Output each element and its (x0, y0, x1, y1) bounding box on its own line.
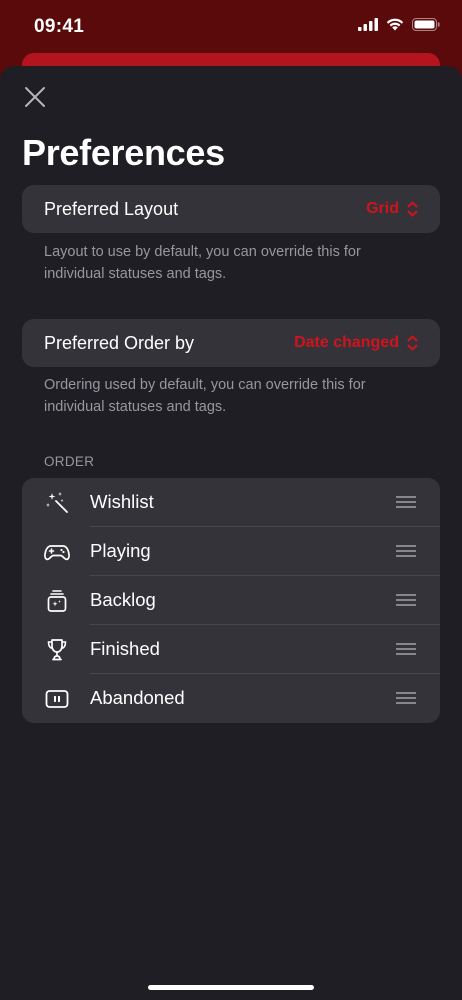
order-row-finished[interactable]: Finished (22, 625, 440, 674)
drag-handle-icon[interactable] (396, 642, 416, 656)
preferred-order-picker[interactable]: Preferred Order by Date changed (22, 319, 440, 367)
order-item-label: Backlog (90, 589, 156, 610)
order-item-label: Abandoned (90, 687, 185, 708)
status-icons (358, 18, 440, 31)
drag-handle-icon[interactable] (396, 544, 416, 558)
order-list: Wishlist Playing Backlog Finished Abando… (22, 478, 440, 723)
order-item-label: Playing (90, 540, 151, 561)
preferred-order-value: Date changed (294, 334, 399, 351)
order-item-label: Wishlist (90, 491, 154, 512)
drag-handle-icon[interactable] (396, 593, 416, 607)
close-button[interactable] (22, 84, 48, 110)
order-row-playing[interactable]: Playing (22, 527, 440, 576)
drag-handle-icon[interactable] (396, 495, 416, 509)
pause-rectangle-icon (45, 690, 69, 708)
preferences-sheet: Preferences Preferred Layout Grid Layout… (0, 66, 462, 1000)
order-section-header: ORDER (44, 454, 95, 469)
order-row-abandoned[interactable]: Abandoned (22, 674, 440, 723)
preferred-layout-value: Grid (366, 200, 399, 217)
preferred-layout-picker[interactable]: Preferred Layout Grid (22, 185, 440, 233)
drag-handle-icon[interactable] (396, 691, 416, 705)
battery-icon (412, 18, 440, 31)
order-row-wishlist[interactable]: Wishlist (22, 478, 440, 527)
order-row-backlog[interactable]: Backlog (22, 576, 440, 625)
trophy-icon (47, 639, 67, 661)
preferred-layout-value-group: Grid (366, 200, 418, 218)
wifi-icon (386, 18, 404, 31)
gamecontroller-icon (44, 545, 70, 561)
preferred-layout-footnote: Layout to use by default, you can overri… (44, 244, 361, 282)
close-icon (25, 87, 45, 107)
order-item-label: Finished (90, 638, 160, 659)
status-time: 09:41 (34, 16, 85, 37)
chevron-up-down-icon (407, 201, 418, 217)
cellular-signal-icon (358, 18, 378, 31)
page-title: Preferences (22, 132, 225, 173)
home-indicator[interactable] (148, 985, 314, 990)
preferred-layout-label: Preferred Layout (44, 198, 179, 219)
preferred-order-value-group: Date changed (294, 334, 418, 352)
status-bar: 09:41 (0, 0, 462, 56)
backlog-stack-icon (47, 590, 67, 612)
sparkles-wand-icon (46, 492, 68, 513)
preferred-order-footnote: Ordering used by default, you can overri… (44, 377, 366, 415)
preferred-order-label: Preferred Order by (44, 332, 195, 353)
chevron-up-down-icon (407, 335, 418, 351)
